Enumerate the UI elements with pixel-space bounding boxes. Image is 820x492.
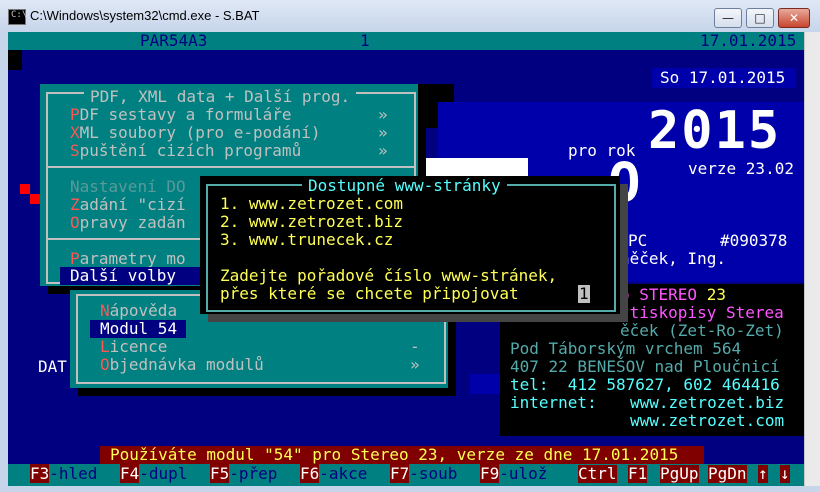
fkey-pgdn[interactable]: PgDn — [708, 465, 747, 483]
submenu-item-modul[interactable]: Modul 54 — [100, 320, 177, 338]
main-menu-title: PDF, XML data + Další prog. — [84, 88, 357, 106]
info-url-biz[interactable]: www.zetrozet.biz — [630, 394, 784, 412]
red-accent — [20, 184, 30, 194]
close-button[interactable]: ✕ — [778, 8, 810, 28]
www-prompt-line1: Zadejte pořadové číslo www-stránek, — [220, 266, 558, 285]
banner-version: verze 23.02 — [688, 159, 794, 178]
www-prompt-line2: přes které se chcete připojovat — [220, 284, 519, 303]
submenu-item-objednavka-arrow: » — [410, 355, 420, 374]
menu-item-xml-arrow: » — [378, 123, 388, 142]
menu-item-pdf[interactable]: PDF sestavy a formuláře — [70, 106, 292, 124]
fkey-f3[interactable]: F3-hled — [30, 464, 97, 483]
console-screen[interactable]: PAR54A3 1 17.01.2015 So 17.01.2015 pro r… — [8, 32, 804, 486]
submenu-item-licence[interactable]: Licence — [100, 338, 167, 356]
banner-year: 2015 — [648, 101, 782, 161]
fkey-ctrl[interactable]: Ctrl — [578, 465, 617, 483]
submenu-item-licence-arrow: - — [410, 337, 420, 356]
bg-stripe — [8, 50, 22, 70]
www-dialog-title: Dostupné www-stránky — [302, 177, 507, 195]
info-internet-label: internet: — [510, 393, 597, 412]
bg-stripe — [416, 84, 440, 128]
info-line2: -tiskopisy Sterea — [620, 303, 784, 322]
program-name: PAR54A3 — [140, 32, 208, 50]
info-tel: tel: 412 587627, 602 464416 — [510, 375, 780, 394]
banner-owner: něček, Ing. — [620, 249, 726, 268]
fkey-f5[interactable]: F5-přep — [210, 464, 277, 483]
info-line4: Pod Táborským vrchem 564 — [510, 339, 742, 358]
menu-item-nastaveni[interactable]: Nastavení DO — [70, 178, 186, 196]
menu-item-spusteni[interactable]: Spuštění cizích programů — [70, 142, 301, 160]
window-frame-bottom — [0, 486, 820, 492]
www-number-input[interactable]: 1 — [578, 285, 590, 303]
menu-item-opravy[interactable]: Opravy zadán — [70, 214, 186, 232]
submenu-item-napoveda[interactable]: Nápověda — [100, 302, 177, 320]
www-option-3[interactable]: 3. www.trunecek.cz — [220, 231, 393, 249]
maximize-button[interactable]: □ — [746, 8, 774, 28]
fkey-pgup[interactable]: PgUp — [660, 465, 699, 483]
fkey-f1[interactable]: F1 — [628, 465, 648, 483]
menu-item-xml[interactable]: XML soubory (pro e-podání) — [70, 124, 320, 142]
fkey-f7[interactable]: F7-soub — [390, 464, 457, 483]
submenu-item-objednavka[interactable]: Objednávka modulů — [100, 356, 264, 374]
menu-item-zadani[interactable]: Zadání "cizí — [70, 196, 186, 214]
banner-pc: PC — [628, 231, 648, 250]
menu-item-dalsi-volby[interactable]: Další volby — [70, 267, 176, 285]
status-message: Používáte modul "54" pro Stereo 23, verz… — [110, 445, 679, 464]
fkey-f4[interactable]: F4-dupl — [120, 464, 187, 483]
bg-block — [470, 374, 500, 394]
info-url-com[interactable]: www.zetrozet.com — [630, 412, 784, 430]
info-line1: o STEREO 23 — [620, 285, 726, 304]
info-line5: 407 22 BENEŠOV nad Ploučnicí — [510, 357, 780, 376]
arrow-down-icon[interactable]: ↓ — [780, 465, 790, 483]
info-line3: ěček (Zet-Ro-Zet) — [620, 321, 784, 340]
red-accent — [30, 194, 40, 204]
banner-license: #090378 — [720, 231, 788, 250]
arrow-up-icon[interactable]: ↑ — [758, 465, 768, 483]
bg-stripe — [440, 84, 454, 102]
cmd-icon: C:\ — [8, 9, 27, 25]
vertical-scrollbar[interactable] — [804, 32, 820, 486]
minimize-button[interactable]: — — [714, 8, 742, 28]
fkey-f6[interactable]: F6-akce — [300, 464, 367, 483]
menu-item-spusteni-arrow: » — [378, 141, 388, 160]
window-title: C:\Windows\system32\cmd.exe - S.BAT — [30, 8, 260, 23]
fkey-f9[interactable]: F9-ulož — [480, 464, 547, 483]
menu-item-pdf-arrow: » — [378, 105, 388, 124]
www-option-1[interactable]: 1. www.zetrozet.com — [220, 195, 403, 213]
header-date: 17.01.2015 — [700, 32, 797, 50]
dat-label: DAT — [38, 357, 67, 376]
www-option-2[interactable]: 2. www.zetrozet.biz — [220, 213, 403, 231]
menu-separator — [48, 166, 414, 168]
window-frame-left — [0, 32, 8, 486]
date-box-text: So 17.01.2015 — [660, 68, 786, 87]
screen-number: 1 — [360, 32, 370, 50]
header-bar — [8, 32, 804, 50]
